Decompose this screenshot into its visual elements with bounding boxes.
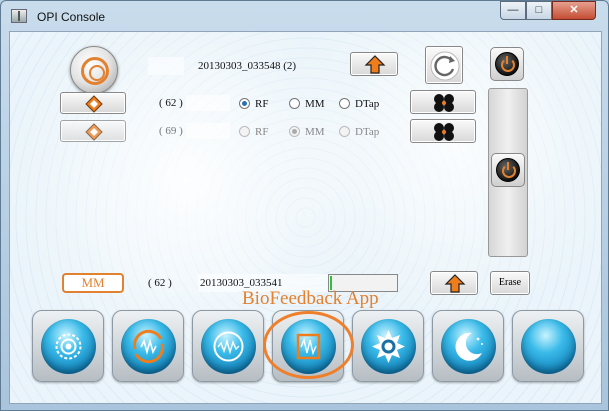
refresh-icon (430, 51, 460, 81)
top-recording-label: 20130303_033548 (2) (198, 60, 297, 72)
radio-dot (239, 126, 250, 137)
channel-2-count: ( 69 ) (159, 125, 183, 137)
radio-dot (239, 98, 250, 109)
sun-icon (372, 330, 405, 363)
highlight-oval (263, 311, 354, 379)
power-icon (495, 52, 519, 76)
console-panel: 20130303_033548 (2) ( 62 ) RF MM DTap (… (9, 31, 602, 404)
power-button-side[interactable] (491, 153, 525, 187)
radio-label: DTap (355, 126, 380, 138)
channel-2-button[interactable] (60, 120, 126, 142)
player-count: ( 62 ) (148, 277, 172, 289)
refresh-button[interactable] (425, 46, 463, 84)
clover-icon (434, 123, 454, 141)
orb (441, 319, 496, 374)
channel-2-rf-radio[interactable]: RF (239, 125, 268, 139)
channel-1-button[interactable] (60, 92, 126, 114)
sun-app-button[interactable] (352, 310, 424, 382)
channel-1-action-button[interactable] (410, 90, 476, 114)
channel-1-count: ( 62 ) (159, 97, 183, 109)
maximize-button[interactable]: □ (526, 1, 552, 20)
waveform-circle-icon (213, 331, 244, 362)
channel-1-rf-radio[interactable]: RF (239, 97, 268, 111)
radio-dot (339, 126, 350, 137)
channel-2-action-button[interactable] (410, 119, 476, 143)
mode-badge: MM (62, 273, 124, 293)
biofeedback-annotation: BioFeedback App (242, 288, 379, 309)
radio-label: MM (305, 98, 325, 110)
orb (41, 319, 96, 374)
clover-icon (434, 94, 454, 112)
close-button[interactable]: ✕ (552, 1, 596, 20)
moon-icon (455, 332, 483, 361)
blank-orb-icon (521, 319, 576, 374)
title-bar[interactable]: OPI Console — □ ✕ (1, 1, 608, 31)
orb (121, 319, 176, 374)
channel-1-mm-radio[interactable]: MM (289, 97, 325, 111)
orb (361, 319, 416, 374)
sync-app-button[interactable] (112, 310, 184, 382)
power-icon (496, 158, 520, 182)
channel-2-mm-radio[interactable]: MM (289, 125, 325, 139)
diamond-arrows-icon (85, 95, 103, 113)
channel-2-pad (186, 123, 230, 139)
waveform-app-button[interactable] (192, 310, 264, 382)
minimize-button[interactable]: — (500, 1, 526, 20)
blank-app-button[interactable] (512, 310, 584, 382)
diamond-arrows-icon (85, 123, 103, 141)
channel-1-pad (186, 95, 230, 111)
upload-button-bottom[interactable] (430, 271, 478, 295)
radio-label: MM (305, 126, 325, 138)
app-icon (11, 9, 27, 23)
logo-icon (81, 57, 109, 85)
settings-app-button[interactable] (32, 310, 104, 382)
radio-label: RF (255, 126, 269, 138)
window-title: OPI Console (37, 10, 106, 24)
arrow-up-icon (364, 55, 386, 74)
radio-label: RF (255, 98, 269, 110)
recording-pad (148, 57, 184, 75)
app-window: OPI Console — □ ✕ 20130303_033548 (2) (… (0, 0, 609, 411)
side-slider-panel[interactable] (488, 88, 528, 257)
orb (201, 319, 256, 374)
sleep-app-button[interactable] (432, 310, 504, 382)
channel-1-dtap-radio[interactable]: DTap (339, 97, 379, 111)
radio-dot (289, 126, 300, 137)
arrow-up-icon (444, 274, 466, 293)
radio-dot (289, 98, 300, 109)
radio-dot (339, 98, 350, 109)
gear-icon (55, 333, 82, 360)
radio-label: DTap (355, 98, 380, 110)
erase-button[interactable]: Erase (490, 271, 530, 295)
channel-2-dtap-radio[interactable]: DTap (339, 125, 379, 139)
logo-button[interactable] (70, 46, 118, 94)
upload-button[interactable] (350, 52, 398, 76)
sync-waveform-icon (133, 329, 164, 364)
power-button-top[interactable] (490, 47, 524, 81)
